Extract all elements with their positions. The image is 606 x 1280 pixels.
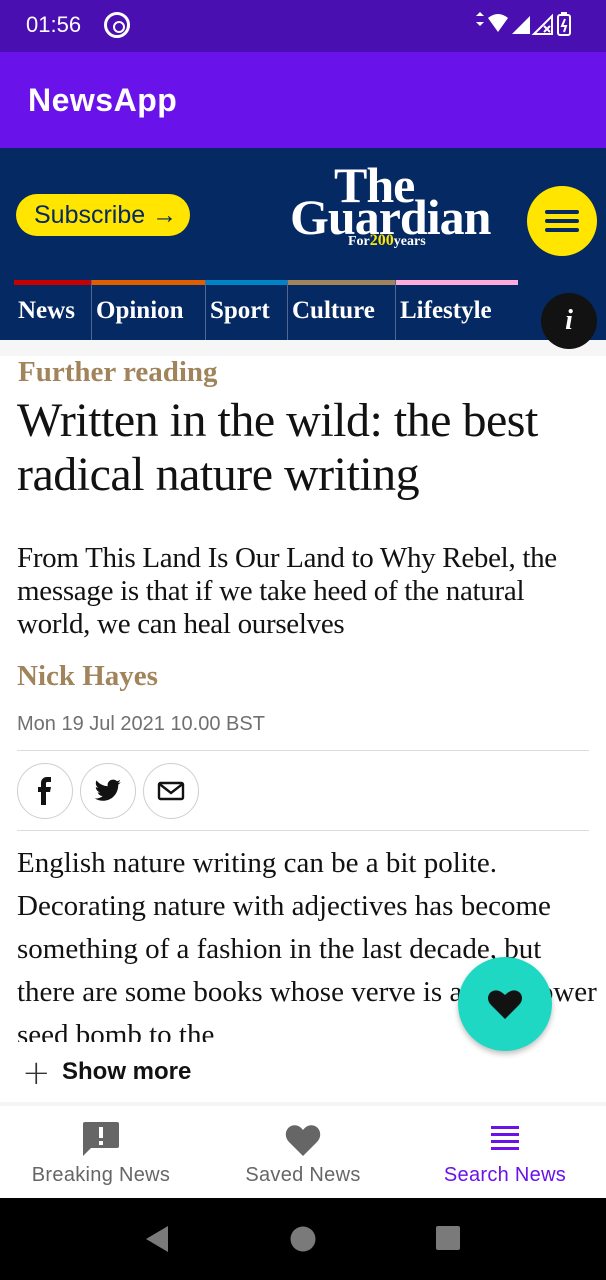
tagline-number: 200 [369,232,394,249]
heart-icon [488,990,522,1019]
bottom-nav-label: Search News [443,1164,567,1186]
nav-item-label: Sport [210,297,270,324]
nav-item-news[interactable]: News [14,280,92,340]
home-icon[interactable] [288,1224,318,1254]
menu-icon [545,210,579,214]
tagline-prefix: For [348,234,370,249]
nav-stripe-lifestyle [396,280,518,285]
recents-icon[interactable] [434,1224,464,1254]
signal-wifi-battery-icon: 4 [476,12,571,36]
menu-icon-bar [545,219,579,223]
bottom-nav-label: Saved News [245,1164,361,1186]
at-sign-icon [104,12,130,38]
nav-item-lifestyle[interactable]: Lifestyle [396,280,518,340]
nav-item-label: News [18,297,75,324]
svg-text:4: 4 [502,22,510,35]
share-facebook-button[interactable] [17,763,73,819]
nav-item-label: Opinion [96,297,184,324]
facebook-icon [38,777,51,805]
plus-icon[interactable]: + [22,1056,51,1090]
bottom-nav-search-news[interactable]: Search News [404,1106,606,1198]
system-nav-bar [0,1198,606,1280]
info-button[interactable]: i [541,293,597,349]
back-icon[interactable] [142,1224,172,1254]
heart-icon [285,1125,321,1156]
nav-item-sport[interactable]: Sport [206,280,288,340]
article-date: Mon 19 Jul 2021 10.00 BST [17,713,265,735]
list-icon [491,1126,519,1150]
nav-stripe-opinion [92,280,205,285]
subscribe-button[interactable]: Subscribe → [16,194,190,236]
nav-item-culture[interactable]: Culture [288,280,396,340]
nav-item-opinion[interactable]: Opinion [92,280,206,340]
status-icons: 4 [472,12,594,43]
article-byline[interactable]: Nick Hayes [17,660,158,693]
share-twitter-button[interactable] [80,763,136,819]
nav-gap [0,340,606,356]
article-standfirst: From This Land Is Our Land to Why Rebel,… [17,542,557,640]
hamburger-menu-button[interactable] [527,186,597,256]
bottom-nav-saved-news[interactable]: Saved News [202,1106,404,1198]
article-headline: Written in the wild: the best radical na… [17,394,538,501]
app-title: NewsApp [28,82,178,118]
nav-item-label: Culture [292,297,375,324]
status-time: 01:56 [26,12,82,37]
save-favorite-fab[interactable] [458,957,552,1051]
alert-message-icon [83,1122,119,1156]
bottom-nav-breaking-news[interactable]: Breaking News [0,1106,202,1198]
share-email-button[interactable] [143,763,199,819]
nav-stripe-news [14,280,91,285]
nav-stripe-culture [288,280,395,285]
tagline-suffix: years [393,234,426,249]
divider [17,750,589,751]
email-icon [157,781,185,801]
twitter-icon [94,779,121,801]
article-kicker[interactable]: Further reading [18,356,218,389]
menu-icon-bar [545,228,579,232]
guardian-logo-tagline: For200years [348,232,426,250]
divider [17,830,589,831]
show-more-button[interactable]: Show more [62,1058,191,1086]
nav-item-label: Lifestyle [400,297,492,324]
nav-stripe-sport [206,280,287,285]
bottom-nav-label: Breaking News [31,1164,171,1186]
